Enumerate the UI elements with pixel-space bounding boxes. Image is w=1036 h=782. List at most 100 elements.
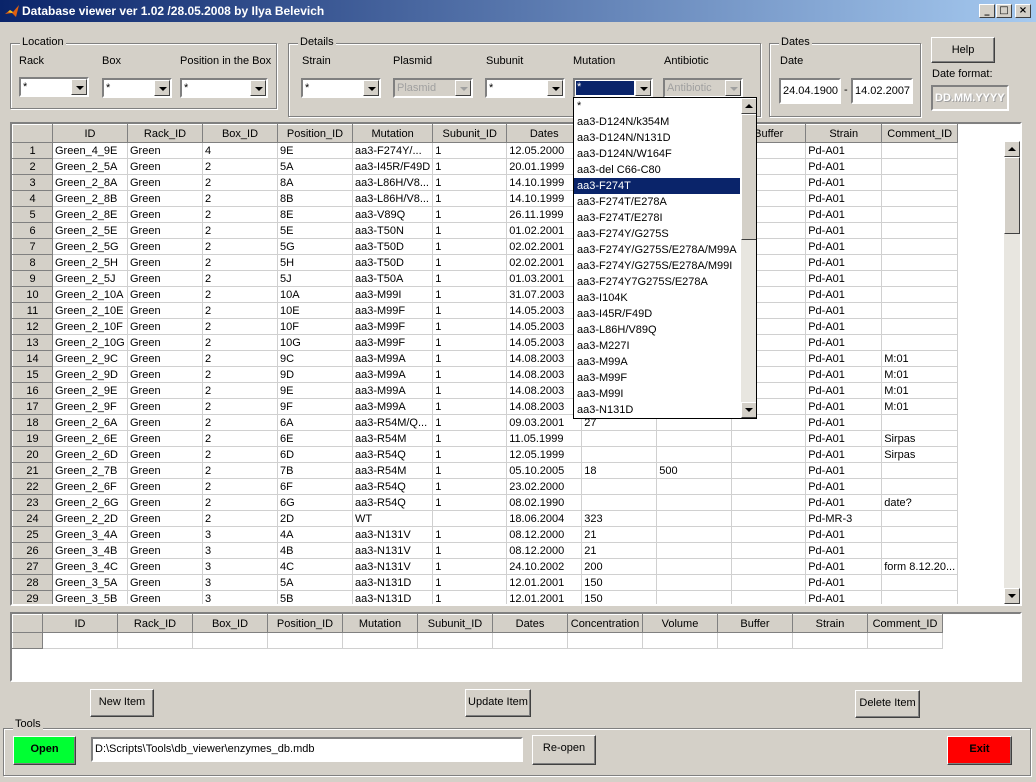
row-number[interactable]: 19	[12, 430, 53, 447]
table-cell[interactable]: 6G	[277, 494, 353, 511]
table-cell[interactable]: 14.05.2003	[506, 334, 583, 351]
table-cell[interactable]: Pd-A01	[805, 254, 883, 271]
table-row[interactable]: 13 Green_2_10G Green 2 10G aa3-M99F 1 14.05.200…	[12, 334, 959, 351]
table-cell[interactable]: Green_3_4C	[52, 558, 128, 575]
table-cell[interactable]: Pd-A01	[805, 430, 883, 447]
table-cell[interactable]: aa3-R54M/Q...	[352, 414, 434, 431]
table-cell[interactable]: Pd-A01	[805, 494, 883, 511]
table-cell[interactable]: 24.10.2002	[506, 558, 583, 575]
column-header[interactable]: Buffer	[717, 614, 793, 633]
table-row[interactable]: 20 Green_2_6D Green 2 6D aa3-R54Q 1 12.05.1999 P…	[12, 446, 959, 463]
table-row[interactable]: 26 Green_3_4B Green 3 4B aa3-N131V 1 08.12.2000…	[12, 542, 959, 559]
table-cell[interactable]: 08.02.1990	[506, 494, 583, 511]
table-cell[interactable]: aa3-N131V	[352, 558, 434, 575]
row-number[interactable]: 15	[12, 366, 53, 383]
edit-cell[interactable]	[567, 632, 643, 649]
table-cell[interactable]	[881, 286, 959, 303]
table-cell[interactable]: 1	[432, 382, 508, 399]
table-cell[interactable]: 2	[202, 254, 278, 271]
table-row[interactable]: 21 Green_2_7B Green 2 7B aa3-R54M 1 05.10.2005 1…	[12, 462, 959, 479]
row-number[interactable]: 13	[12, 334, 53, 351]
table-cell[interactable]: 2	[202, 286, 278, 303]
table-cell[interactable]	[881, 318, 959, 335]
table-cell[interactable]: 2	[202, 430, 278, 447]
table-cell[interactable]	[581, 478, 658, 495]
table-cell[interactable]: 05.10.2005	[506, 462, 583, 479]
table-cell[interactable]: 6F	[277, 478, 353, 495]
table-row[interactable]: 25 Green_3_4A Green 3 4A aa3-N131V 1 08.12.2000…	[12, 526, 959, 543]
table-cell[interactable]: 14.08.2003	[506, 382, 583, 399]
table-cell[interactable]: 323	[581, 510, 658, 527]
rack-select[interactable]: *	[19, 77, 89, 97]
table-cell[interactable]	[581, 430, 658, 447]
table-row[interactable]: 6 Green_2_5E Green 2 5E aa3-T50N 1 01.02.2001 Pd…	[12, 222, 959, 239]
table-cell[interactable]: 2	[202, 478, 278, 495]
table-row[interactable]: 9 Green_2_5J Green 2 5J aa3-T50A 1 01.03.2001 Pd…	[12, 270, 959, 287]
table-cell[interactable]: Green	[127, 334, 203, 351]
edit-cell[interactable]	[717, 632, 793, 649]
row-number[interactable]: 21	[12, 462, 53, 479]
table-cell[interactable]: 21	[581, 526, 658, 543]
table-cell[interactable]	[731, 574, 807, 591]
table-cell[interactable]: Green_2_9F	[52, 398, 128, 415]
table-cell[interactable]: Green_2_5G	[52, 238, 128, 255]
edit-table[interactable]: ID Rack_ID Box_ID Position_ID Mutation Subuni…	[10, 612, 1022, 682]
table-cell[interactable]: Green_2_9C	[52, 350, 128, 367]
table-cell[interactable]	[881, 334, 959, 351]
table-cell[interactable]	[881, 462, 959, 479]
delete-item-button[interactable]: Delete Item	[855, 690, 920, 718]
table-cell[interactable]: 1	[432, 494, 508, 511]
table-cell[interactable]: aa3-M99F	[352, 334, 434, 351]
table-row[interactable]: 7 Green_2_5G Green 2 5G aa3-T50D 1 02.02.2001 Pd…	[12, 238, 959, 255]
row-number[interactable]: 2	[12, 158, 53, 175]
table-cell[interactable]: Pd-A01	[805, 302, 883, 319]
table-cell[interactable]	[881, 270, 959, 287]
table-cell[interactable]: Green	[127, 318, 203, 335]
table-cell[interactable]	[731, 462, 807, 479]
table-cell[interactable]: 1	[432, 190, 508, 207]
table-cell[interactable]: aa3-V89Q	[352, 206, 434, 223]
table-cell[interactable]	[731, 590, 807, 604]
table-cell[interactable]: Green_3_5A	[52, 574, 128, 591]
row-number[interactable]: 18	[12, 414, 53, 431]
table-cell[interactable]: 31.07.2003	[506, 286, 583, 303]
table-cell[interactable]	[731, 526, 807, 543]
table-cell[interactable]: Pd-A01	[805, 350, 883, 367]
table-cell[interactable]: aa3-N131D	[352, 574, 434, 591]
table-cell[interactable]: 9E	[277, 382, 353, 399]
open-button[interactable]: Open	[13, 736, 76, 765]
table-cell[interactable]: 1	[432, 542, 508, 559]
table-cell[interactable]: 1	[432, 558, 508, 575]
table-cell[interactable]: Pd-A01	[805, 382, 883, 399]
scroll-down-icon[interactable]	[741, 402, 756, 418]
column-header[interactable]: Box_ID	[192, 614, 268, 633]
date-from-input[interactable]: 24.04.1900	[779, 78, 841, 104]
table-row[interactable]: 24 Green_2_2D Green 2 2D WT 18.06.2004 323 Pd-MR…	[12, 510, 959, 527]
table-cell[interactable]: 1	[432, 590, 508, 604]
chevron-down-icon[interactable]	[363, 80, 379, 96]
table-cell[interactable]	[656, 542, 733, 559]
table-cell[interactable]: aa3-N131D	[352, 590, 434, 604]
title-bar[interactable]: Database viewer ver 1.02 /28.05.2008 by …	[0, 0, 1036, 22]
table-cell[interactable]: aa3-F274Y/...	[352, 142, 434, 159]
table-cell[interactable]: aa3-T50N	[352, 222, 434, 239]
table-cell[interactable]: 2	[202, 174, 278, 191]
dropdown-option[interactable]: aa3-F274T	[574, 178, 740, 194]
table-row[interactable]: 15 Green_2_9D Green 2 9D aa3-M99A 1 14.08.2003 P…	[12, 366, 959, 383]
table-cell[interactable]: Green	[127, 526, 203, 543]
table-row[interactable]: 22 Green_2_6F Green 2 6F aa3-R54Q 1 23.02.2000 P…	[12, 478, 959, 495]
row-number[interactable]: 22	[12, 478, 53, 495]
dropdown-option[interactable]: aa3-F274Y/G275S/E278A/M99A	[574, 242, 740, 258]
dropdown-option[interactable]: aa3-L86H/V89Q	[574, 322, 740, 338]
table-cell[interactable]: Green_2_6F	[52, 478, 128, 495]
table-cell[interactable]: 2	[202, 318, 278, 335]
edit-cell[interactable]	[642, 632, 718, 649]
row-number[interactable]: 9	[12, 270, 53, 287]
table-row[interactable]: 8 Green_2_5H Green 2 5H aa3-T50D 1 02.02.2001 Pd…	[12, 254, 959, 271]
table-cell[interactable]: aa3-L86H/V8...	[352, 190, 434, 207]
new-item-button[interactable]: New Item	[90, 689, 154, 717]
table-cell[interactable]: 6D	[277, 446, 353, 463]
table-cell[interactable]: 2	[202, 222, 278, 239]
edit-cell[interactable]	[417, 632, 493, 649]
table-cell[interactable]: 26.11.1999	[506, 206, 583, 223]
